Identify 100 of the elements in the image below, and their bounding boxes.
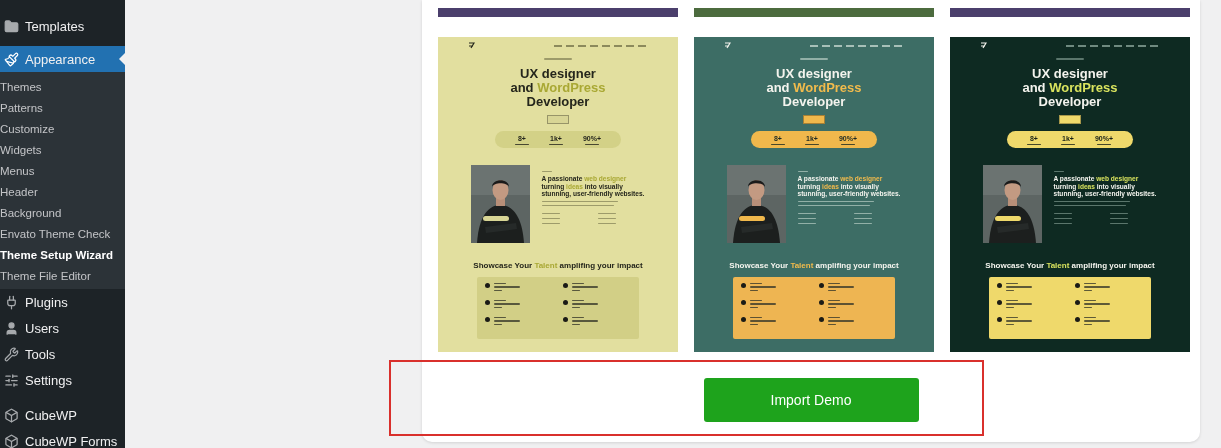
text-line-drawing: [1096, 143, 1111, 145]
timeline-dot: [1075, 283, 1080, 288]
text-line-drawing: [797, 222, 816, 224]
text-line-drawing: [750, 317, 762, 318]
text-line-drawing: [797, 171, 808, 172]
menu-item[interactable]: Tools: [0, 341, 125, 367]
text-line-drawing: [1053, 212, 1072, 214]
text-line-drawing: [1026, 143, 1041, 145]
timeline-dot: [997, 317, 1002, 322]
submenu-item[interactable]: Theme File Editor: [0, 266, 125, 287]
text-line-drawing: [804, 143, 819, 145]
timeline-dot: [485, 283, 490, 288]
text-line-drawing: [572, 317, 584, 318]
text-line-drawing: [494, 300, 506, 301]
text-line-drawing: [840, 143, 855, 145]
text-line-drawing: [514, 143, 529, 145]
text-line-drawing: [1060, 143, 1075, 145]
cta-drawing: [803, 115, 825, 124]
timeline-dot: [997, 300, 1002, 305]
text-line-drawing: [1084, 300, 1096, 301]
logo-icon: [980, 42, 987, 49]
text-line-drawing: [770, 143, 785, 145]
submenu-item[interactable]: Widgets: [0, 140, 125, 161]
menu-item[interactable]: CubeWP Forms: [0, 428, 125, 448]
text-line-drawing: [541, 217, 560, 219]
timeline-dot: [741, 317, 746, 322]
menu-label: Tools: [25, 346, 56, 362]
wrench-icon: [4, 346, 19, 362]
menu-label: Templates: [25, 18, 85, 34]
timeline-dot: [563, 283, 568, 288]
menu-item[interactable]: CubeWP: [0, 402, 125, 428]
menu-label: Users: [25, 320, 59, 336]
menu-item[interactable]: Settings: [0, 367, 125, 393]
user-icon: [4, 320, 19, 336]
timeline-dot: [1075, 300, 1080, 305]
tag-drawing: [738, 216, 765, 221]
text-line-drawing: [800, 58, 828, 60]
submenu-item[interactable]: Envato Theme Check: [0, 224, 125, 245]
paintbrush-icon: [4, 51, 19, 67]
text-line-drawing: [828, 317, 840, 318]
text-line-drawing: [1110, 222, 1128, 224]
submenu-item[interactable]: Themes: [0, 77, 125, 98]
text-line-drawing: [572, 300, 584, 301]
menu-label: CubeWP: [25, 407, 78, 423]
text-line-drawing: [750, 283, 762, 284]
submenu-item[interactable]: Background: [0, 203, 125, 224]
menu-item[interactable]: Plugins: [0, 289, 125, 315]
text-line-drawing: [541, 171, 552, 172]
timeline-dot: [741, 300, 746, 305]
sliders-icon: [4, 372, 19, 388]
timeline-dot: [997, 283, 1002, 288]
timeline-dot: [819, 317, 824, 322]
text-line-drawing: [1084, 317, 1096, 318]
text-line-drawing: [1056, 58, 1084, 60]
text-line-drawing: [1006, 300, 1018, 301]
section-heading: Showcase Your Talent amplifing your impact: [729, 261, 899, 271]
text-line-drawing: [584, 143, 599, 145]
tag-drawing: [482, 216, 509, 221]
submenu-item[interactable]: Customize: [0, 119, 125, 140]
text-line-drawing: [750, 300, 762, 301]
menu-label: Appearance: [25, 51, 96, 67]
submenu-item[interactable]: Theme Setup Wizard: [0, 245, 125, 266]
section-heading: Showcase Your Talent amplifing your impact: [985, 261, 1155, 271]
text-line-drawing: [1084, 283, 1096, 284]
timeline-dot: [741, 283, 746, 288]
text-line-drawing: [797, 217, 816, 219]
menu-item[interactable]: Templates: [0, 13, 125, 39]
menu-item[interactable]: Appearance: [0, 46, 125, 72]
plug-icon: [4, 294, 19, 310]
text-line-drawing: [544, 58, 572, 60]
cta-drawing: [1059, 115, 1081, 124]
text-line-drawing: [797, 212, 816, 214]
cta-drawing: [547, 115, 569, 124]
text-line-drawing: [854, 212, 872, 214]
text-line-drawing: [598, 212, 616, 214]
submenu-item[interactable]: Menus: [0, 161, 125, 182]
menu-label: CubeWP Forms: [25, 433, 118, 448]
text-line-drawing: [1053, 222, 1072, 224]
hero-heading: UX designer and WordPress Developer: [510, 67, 606, 109]
text-line-drawing: [1110, 212, 1128, 214]
logo-icon: [724, 42, 731, 49]
text-line-drawing: [1110, 217, 1128, 219]
timeline-dot: [1075, 317, 1080, 322]
cube-icon: [4, 433, 19, 448]
text-line-drawing: [494, 283, 506, 284]
text-line-drawing: [828, 283, 840, 284]
section-heading: Showcase Your Talent amplifing your impact: [473, 261, 643, 271]
text-line-drawing: [1006, 283, 1018, 284]
text-line-drawing: [1006, 317, 1018, 318]
submenu-item[interactable]: Header: [0, 182, 125, 203]
text-line-drawing: [541, 212, 560, 214]
menu-item[interactable]: Users: [0, 315, 125, 341]
text-line-drawing: [854, 222, 872, 224]
text-line-drawing: [494, 317, 506, 318]
timeline-dot: [485, 317, 490, 322]
submenu-item[interactable]: Patterns: [0, 98, 125, 119]
hero-heading: UX designer and WordPress Developer: [1022, 67, 1118, 109]
cube-icon: [4, 407, 19, 423]
timeline-dot: [563, 300, 568, 305]
timeline-dot: [819, 300, 824, 305]
